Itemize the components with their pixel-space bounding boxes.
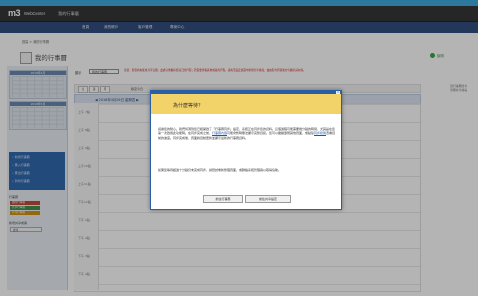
- dialog-header: 為什麼等待？: [151, 94, 341, 114]
- wait-dialog: × 為什麼等待？ 感謝您的耐心。我們偵測到您已經開啟了「行事曆同步」設定，系統正…: [150, 90, 342, 210]
- dialog-footnote: 如果您等待超過十分鐘仍未完成同步，請嘗試重新整理頁面，或聯絡系統管理員以取得協助…: [158, 168, 282, 172]
- dialog-body: 感謝您的耐心。我們偵測到您已經開啟了「行事曆同步」設定，系統正在同步您的資料。這…: [158, 127, 336, 140]
- goto-calendar-button[interactable]: 前往行事曆: [203, 195, 243, 203]
- calendar-content-link[interactable]: 行事曆內容: [212, 131, 227, 135]
- sync-status-link[interactable]: 同步狀態: [314, 131, 326, 135]
- dialog-body-text: 可能會暫時無法顯示完整資訊。您可以繼續瀏覽其他頁面，或點擊: [227, 131, 315, 136]
- goto-sharing-button[interactable]: 前往共享設定: [245, 195, 291, 203]
- dialog-title: 為什麼等待？: [173, 103, 204, 109]
